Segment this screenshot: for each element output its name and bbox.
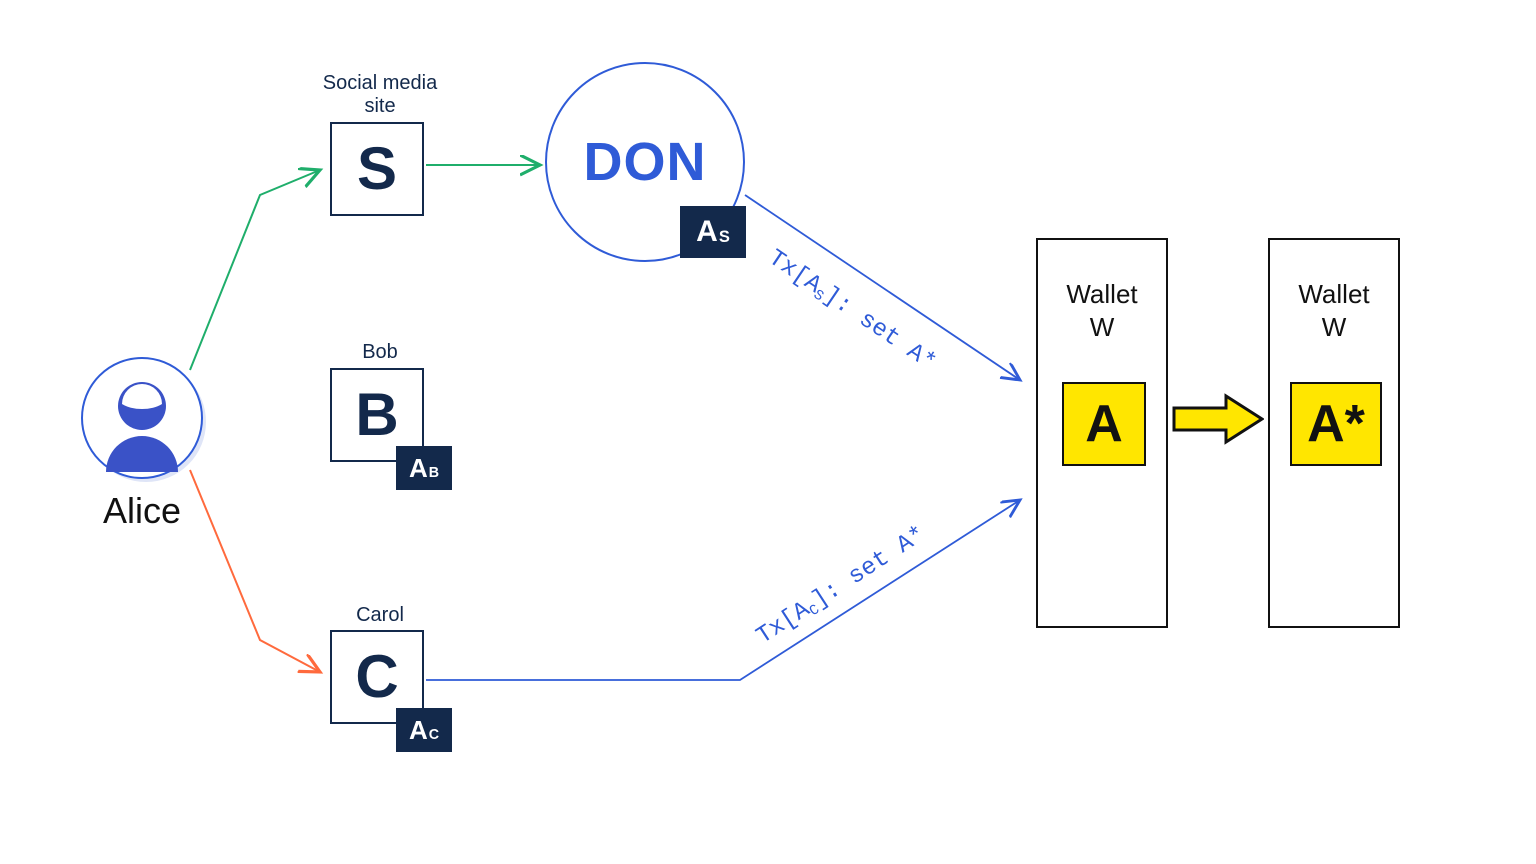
social-caption: Social media site [300,72,460,118]
don-badge-sub: S [719,228,730,247]
edge-don-to-wallet [745,195,1020,380]
don-badge-main: A [696,215,718,249]
bob-letter: B [355,385,398,445]
wallet-right-chip: A* [1290,382,1382,466]
don-text: DON [584,131,707,193]
bob-badge-main: A [409,453,428,484]
social-caption-line1: Social media [323,72,438,94]
wallet-right: WalletW A* [1268,238,1400,628]
carol-badge-main: A [409,715,428,746]
edge-carol-to-wallet [426,500,1020,680]
social-node: S [330,122,424,216]
don-badge: AS [680,206,746,258]
carol-badge: AC [396,708,452,752]
social-caption-line2: site [364,95,395,117]
wallet-left: WalletW A [1036,238,1168,628]
edge-alice-to-carol [190,470,320,672]
bob-badge: AB [396,446,452,490]
tx-top-label: Tx[AS]: set A* [763,245,940,377]
edge-alice-to-social [190,170,320,370]
carol-caption: Carol [300,604,460,627]
bob-caption: Bob [300,341,460,364]
alice-avatar [78,354,206,482]
bob-badge-sub: B [429,465,439,481]
transition-arrow-icon [1172,392,1264,446]
wallet-left-chip: A [1062,382,1146,466]
alice-label: Alice [78,490,206,532]
wallet-right-caption: WalletW [1270,278,1398,343]
person-icon [78,354,206,482]
wallet-left-caption: WalletW [1038,278,1166,343]
carol-badge-sub: C [429,727,439,743]
social-letter: S [357,139,397,199]
diagram-stage: Alice Social media site S Bob B AB Carol… [0,0,1536,864]
carol-letter: C [355,647,398,707]
tx-bottom-label: Tx[AC]: set A* [752,521,931,650]
